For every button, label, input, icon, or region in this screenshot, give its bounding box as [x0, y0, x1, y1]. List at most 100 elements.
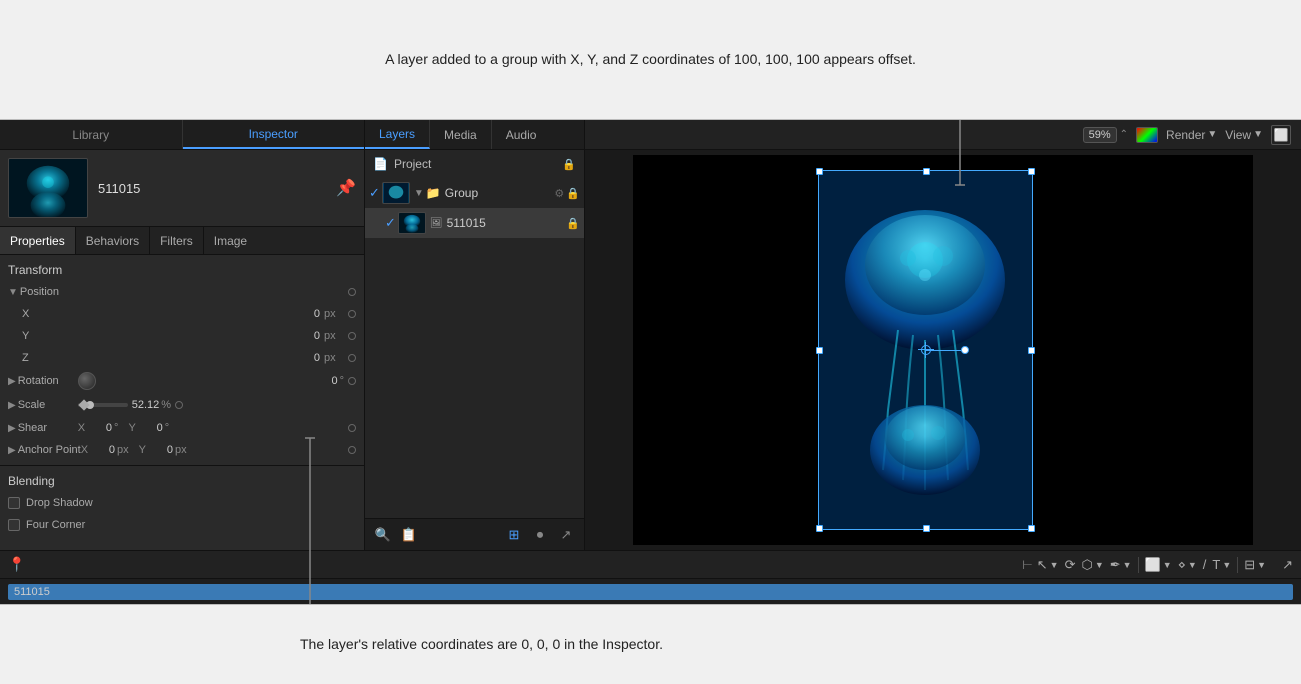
y-row: Y 0 px: [0, 325, 364, 347]
group-check[interactable]: ✓: [369, 185, 380, 201]
layers-list: 📄 Project 🔒 ✓ ▼ 📁 Group: [365, 150, 584, 518]
transform-tool[interactable]: ⟳: [1065, 557, 1076, 573]
pen-tool[interactable]: ✒▼: [1110, 557, 1132, 573]
image-actions: 🔒: [566, 217, 580, 230]
record-btn[interactable]: ⏺: [530, 525, 550, 545]
canvas-viewport: [585, 150, 1301, 550]
group-collapse-arrow[interactable]: ▼: [414, 188, 424, 199]
scale-collapse-arrow[interactable]: ▶: [8, 400, 16, 411]
tab-filters[interactable]: Filters: [150, 227, 204, 254]
shear-x-value[interactable]: 0: [88, 422, 112, 434]
layer-group-item[interactable]: ✓ ▼ 📁 Group ⚙ 🔒: [365, 178, 584, 208]
anchor-row: ▶ Anchor Point X 0 px Y 0 px: [0, 439, 364, 461]
group-actions: 🔒: [566, 187, 580, 200]
z-unit: px: [324, 352, 344, 364]
four-corner-checkbox[interactable]: [8, 519, 20, 531]
tab-properties[interactable]: Properties: [0, 227, 76, 254]
x-row: X 0 px: [0, 303, 364, 325]
y-value[interactable]: 0: [82, 330, 320, 342]
shear-collapse-arrow[interactable]: ▶: [8, 423, 16, 434]
timeline-clip[interactable]: 511015: [8, 584, 1293, 600]
mask-tool[interactable]: ⬡▼: [1081, 557, 1103, 573]
view-btn[interactable]: View ▼: [1225, 128, 1263, 142]
view-chevron: ▼: [1253, 129, 1263, 140]
line-tool[interactable]: /: [1203, 557, 1207, 572]
image-icon: 🖼: [430, 218, 443, 229]
x-unit: px: [324, 308, 344, 320]
panel-tabs: Library Inspector: [0, 120, 364, 150]
canvas-area: 59% ⌃ Render ▼ View ▼ ⬜: [585, 120, 1301, 550]
scale-value[interactable]: 52.12: [132, 399, 160, 411]
thumbnail: [8, 158, 88, 218]
layer-image-item[interactable]: ✓: [365, 208, 584, 238]
group-folder-icon: 📁: [426, 186, 441, 200]
drop-shadow-row: Drop Shadow: [0, 492, 364, 514]
anchor-y-value[interactable]: 0: [149, 444, 173, 456]
anchor-x-unit: px: [117, 444, 129, 456]
shear-y-value[interactable]: 0: [139, 422, 163, 434]
scale-slider[interactable]: [78, 403, 128, 407]
tab-layers[interactable]: Layers: [365, 120, 430, 149]
grid-btn[interactable]: ⊞: [504, 525, 524, 545]
image-check[interactable]: ✓: [385, 215, 396, 231]
anchor-y-label: Y: [139, 444, 146, 456]
layout-btn[interactable]: ⊟▼: [1244, 557, 1266, 573]
color-picker-btn[interactable]: [1136, 127, 1158, 143]
thumbnail-area: 511015 📌: [0, 150, 364, 227]
render-chevron: ▼: [1207, 129, 1217, 140]
shear-x-label: X: [78, 422, 85, 434]
scale-label: Scale: [18, 399, 78, 411]
drop-shadow-checkbox[interactable]: [8, 497, 20, 509]
scale-dot: [175, 401, 183, 409]
keyframe-btn[interactable]: ⋄▼: [1178, 557, 1197, 573]
add-group-btn[interactable]: 📋: [399, 525, 419, 545]
tab-image[interactable]: Image: [204, 227, 257, 254]
sub-tabs: Properties Behaviors Filters Image: [0, 227, 364, 255]
display-btn[interactable]: ⬜: [1271, 125, 1291, 145]
frame-controls[interactable]: ⬜▼: [1145, 557, 1172, 573]
render-btn[interactable]: Render ▼: [1166, 128, 1217, 142]
tab-library[interactable]: Library: [0, 120, 183, 149]
bottom-annotation-text: The layer's relative coordinates are 0, …: [300, 633, 663, 655]
tab-audio[interactable]: Audio: [492, 120, 551, 149]
search-btn[interactable]: 🔍: [373, 525, 393, 545]
position-label: Position: [20, 286, 59, 298]
layer-project-item[interactable]: 📄 Project 🔒: [365, 150, 584, 178]
project-label: Project: [394, 157, 431, 171]
shear-x-unit: °: [114, 422, 118, 434]
anchor-x-label: X: [81, 444, 88, 456]
anchor-x-value[interactable]: 0: [91, 444, 115, 456]
image-label: 511015: [447, 216, 567, 230]
zoom-chevron: ⌃: [1120, 129, 1128, 140]
select-tool[interactable]: ↖▼: [1037, 557, 1059, 573]
anchor-collapse-arrow[interactable]: ▶: [8, 445, 16, 456]
x-value[interactable]: 0: [82, 308, 320, 320]
thumbnail-pin-icon[interactable]: 📌: [336, 178, 356, 198]
four-corner-row: Four Corner: [0, 514, 364, 536]
scale-unit: %: [161, 399, 171, 411]
selected-layer-image[interactable]: [818, 170, 1033, 530]
zoom-control[interactable]: 59% ⌃: [1083, 127, 1128, 143]
text-tool[interactable]: T▼: [1212, 557, 1231, 572]
position-row: ▼ Position: [0, 281, 364, 303]
zoom-value: 59%: [1083, 127, 1117, 143]
layers-tabs: Layers Media Audio: [365, 120, 584, 150]
z-row: Z 0 px: [0, 347, 364, 369]
group-lock-icon: ⚙: [554, 187, 564, 200]
position-collapse-arrow[interactable]: ▼: [8, 287, 18, 298]
rotation-dot: [348, 377, 356, 385]
tab-inspector[interactable]: Inspector: [183, 120, 365, 149]
tab-media[interactable]: Media: [430, 120, 492, 149]
project-icon: 📄: [373, 157, 388, 171]
rotation-dial[interactable]: [78, 372, 96, 390]
rotation-collapse-arrow[interactable]: ▶: [8, 376, 16, 387]
export-btn[interactable]: ↗: [556, 525, 576, 545]
anchor-label: Anchor Point: [18, 444, 81, 456]
timeline-clip-label: 511015: [14, 586, 50, 598]
rotation-value[interactable]: 0: [102, 375, 338, 387]
tab-behaviors[interactable]: Behaviors: [76, 227, 150, 254]
z-value[interactable]: 0: [82, 352, 320, 364]
x-label: X: [22, 308, 82, 320]
canvas-toolbar: 59% ⌃ Render ▼ View ▼ ⬜: [585, 120, 1301, 150]
timeline-expand[interactable]: ↗: [1282, 557, 1293, 573]
